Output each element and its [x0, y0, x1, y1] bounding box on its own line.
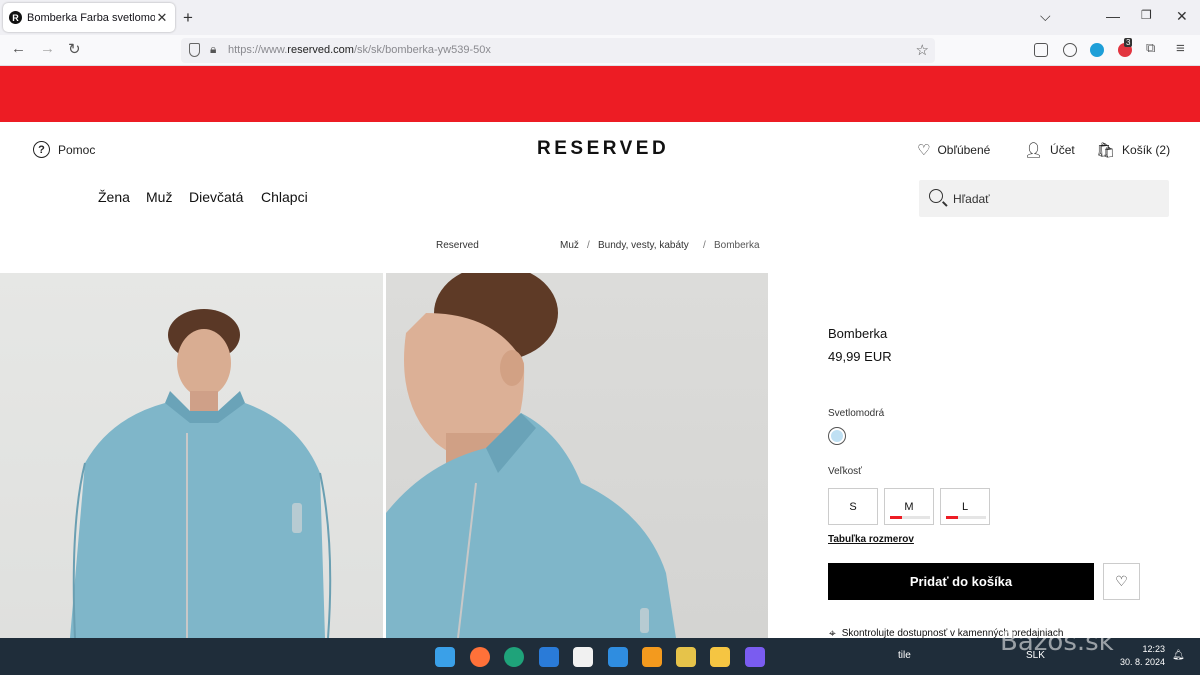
watermark: Bazos.sk: [1000, 627, 1114, 657]
size-label: Veľkosť: [828, 466, 862, 477]
low-stock-fill: [890, 516, 902, 519]
site-favicon-icon: R: [9, 11, 22, 24]
breadcrumb-item-current: Bomberka: [714, 240, 760, 251]
windows-start-icon[interactable]: [435, 647, 455, 667]
product-price: 49,99 EUR: [828, 349, 892, 364]
menu-item-muz[interactable]: Muž: [146, 189, 172, 205]
breadcrumb-separator: /: [703, 240, 706, 251]
color-label: Svetlomodrá: [828, 408, 885, 419]
tab-list-chevron-icon[interactable]: ⌵: [1040, 8, 1051, 25]
help-label: Pomoc: [58, 142, 96, 157]
color-swatch-fill: [831, 430, 843, 442]
question-icon: ?: [33, 141, 50, 158]
help-link[interactable]: ? Pomoc: [33, 141, 95, 158]
account-circle-icon[interactable]: [1063, 43, 1077, 57]
tab-title: Bomberka Farba svetlomodrá -: [27, 11, 155, 24]
low-stock-fill: [946, 516, 958, 519]
reload-icon[interactable]: ↻: [68, 40, 81, 58]
restore-icon[interactable]: ❐: [1141, 8, 1152, 22]
breadcrumb-item-category[interactable]: Bundy, vesty, kabáty: [598, 240, 689, 251]
size-option-m[interactable]: M: [884, 488, 934, 525]
tray-item[interactable]: tile: [898, 650, 911, 661]
extension-badge: 3: [1124, 38, 1133, 47]
bookmark-star-icon[interactable]: ☆: [916, 41, 929, 59]
system-clock[interactable]: 12:23 30. 8. 2024: [1120, 643, 1165, 669]
product-image-closeup[interactable]: [386, 273, 768, 638]
forward-icon[interactable]: →: [40, 40, 55, 57]
color-swatch-light-blue[interactable]: [828, 427, 846, 445]
search-input[interactable]: Hľadať: [919, 180, 1169, 217]
notification-bell-icon[interactable]: 🔔︎: [1172, 650, 1185, 661]
product-name: Bomberka: [828, 326, 888, 341]
size-option-l[interactable]: L: [940, 488, 990, 525]
app-icon[interactable]: [745, 647, 765, 667]
favorites-label: Obľúbené: [937, 143, 991, 157]
vlc-icon[interactable]: [642, 647, 662, 667]
extensions-puzzle-icon[interactable]: ⧉: [1146, 40, 1155, 56]
store-icon[interactable]: [573, 647, 593, 667]
edge-icon[interactable]: [504, 647, 524, 667]
user-icon: 👤︎: [1024, 142, 1044, 159]
lock-icon[interactable]: 🔒︎: [210, 42, 216, 57]
app-icon[interactable]: [539, 647, 559, 667]
menu-item-dievcata[interactable]: Dievčatá: [189, 189, 243, 205]
search-placeholder: Hľadať: [953, 192, 990, 206]
minimize-icon[interactable]: —: [1106, 8, 1120, 24]
size-option-label: M: [904, 500, 914, 513]
extension-blue-icon[interactable]: [1090, 43, 1104, 57]
favorites-link[interactable]: ♡ Obľúbené: [917, 141, 990, 159]
size-table-link[interactable]: Tabuľka rozmerov: [828, 534, 914, 545]
browser-tab-bar: R Bomberka Farba svetlomodrá - ✕ + ⌵ — ❐…: [0, 0, 1200, 35]
app-icon[interactable]: [608, 647, 628, 667]
cart-label: Košík (2): [1122, 143, 1171, 157]
add-to-cart-button[interactable]: Pridať do košíka: [828, 563, 1094, 600]
close-tab-icon[interactable]: ✕: [155, 10, 169, 26]
account-link[interactable]: 👤︎ Účet: [1024, 141, 1075, 159]
shopping-bag-icon: 🛍︎: [1096, 142, 1116, 159]
breadcrumb-separator: /: [587, 240, 590, 251]
account-label: Účet: [1050, 143, 1075, 157]
app-icon[interactable]: [676, 647, 696, 667]
heart-icon: ♡: [917, 142, 931, 159]
clock-date: 30. 8. 2024: [1120, 657, 1166, 667]
back-icon[interactable]: ←: [11, 40, 26, 57]
menu-item-chlapci[interactable]: Chlapci: [261, 189, 308, 205]
address-bar[interactable]: 🔒︎ https://www.reserved.com/sk/sk/bomber…: [181, 38, 935, 63]
low-stock-bar: [946, 516, 986, 519]
file-explorer-icon[interactable]: [710, 647, 730, 667]
promo-banner[interactable]: [0, 66, 1200, 122]
new-tab-icon[interactable]: +: [183, 8, 193, 28]
pocket-icon[interactable]: [1034, 43, 1048, 57]
size-option-s[interactable]: S: [828, 488, 878, 525]
browser-nav-bar: ← → ↻ 🔒︎ https://www.reserved.com/sk/sk/…: [0, 35, 1200, 66]
size-option-label: L: [961, 500, 969, 513]
url-text: https://www.reserved.com/sk/sk/bomberka-…: [228, 44, 491, 56]
site-logo[interactable]: RESERVED: [537, 138, 669, 160]
breadcrumb-item-muz[interactable]: Muž: [560, 240, 579, 251]
app-menu-icon[interactable]: ≡: [1176, 40, 1185, 57]
firefox-icon[interactable]: [470, 647, 490, 667]
cart-link[interactable]: 🛍︎ Košík (2): [1096, 141, 1170, 159]
browser-tab[interactable]: R Bomberka Farba svetlomodrá - ✕: [3, 3, 175, 32]
window-close-icon[interactable]: ✕: [1176, 8, 1188, 25]
menu-item-zena[interactable]: Žena: [98, 189, 130, 205]
add-to-favorites-button[interactable]: ♡: [1103, 563, 1140, 600]
size-option-label: S: [849, 500, 857, 513]
breadcrumb-brand[interactable]: Reserved: [436, 240, 479, 251]
heart-icon: ♡: [1115, 573, 1128, 589]
low-stock-bar: [890, 516, 930, 519]
product-image-front[interactable]: [0, 273, 383, 638]
search-icon: [929, 189, 943, 203]
clock-time: 12:23: [1142, 644, 1166, 654]
tracking-shield-icon[interactable]: [189, 43, 200, 57]
